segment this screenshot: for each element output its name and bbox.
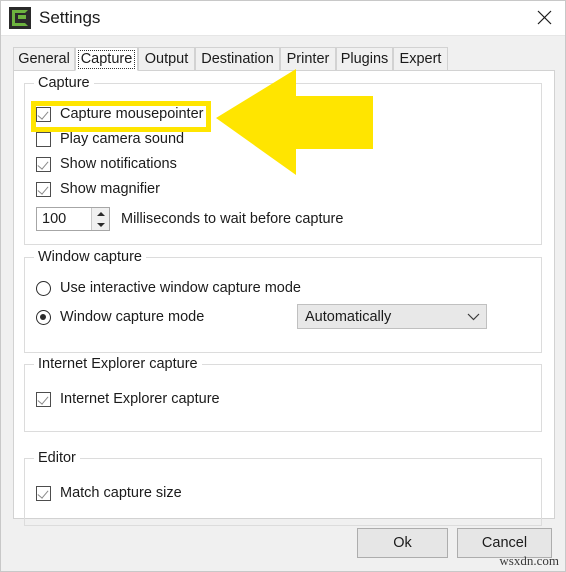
stepper-value: 100 [42,211,67,227]
checkbox-label: Show notifications [60,156,177,172]
window-capture-group-legend: Window capture [34,249,146,266]
checkbox-box [36,485,51,501]
stepper-buttons [91,208,109,230]
checkbox-internet-explorer-capture[interactable]: Internet Explorer capture [36,389,220,409]
tab-plugins[interactable]: Plugins [336,47,393,71]
checkbox-play-camera-sound[interactable]: Play camera sound [36,129,184,149]
ie-capture-group-legend: Internet Explorer capture [34,356,202,373]
tab-destination[interactable]: Destination [195,47,280,71]
stepper-up-icon[interactable] [92,208,109,219]
radio-label: Use interactive window capture mode [60,280,301,296]
chevron-down-icon [460,313,486,321]
tab-label: Plugins [340,51,389,67]
wait-milliseconds-stepper[interactable]: 100 [36,207,110,231]
ok-button[interactable]: Ok [357,528,448,558]
radio-window-capture-mode[interactable]: Window capture mode [36,307,204,327]
checkbox-box [36,131,51,147]
tab-label: Expert [399,51,442,67]
tab-label: Destination [201,51,274,67]
stepper-down-icon[interactable] [92,219,109,230]
capture-tab-panel: Capture Capture mousepointer Play camera… [13,70,555,526]
checkbox-capture-mousepointer[interactable]: Capture mousepointer [36,104,203,124]
tab-printer[interactable]: Printer [280,47,336,71]
editor-group-legend: Editor [34,450,80,467]
radio-circle [36,280,51,296]
checkbox-label: Capture mousepointer [60,106,204,122]
tab-label: Capture [80,51,133,67]
radio-use-interactive-window-capture-mode[interactable]: Use interactive window capture mode [36,278,301,298]
checkbox-box [36,391,51,407]
checkbox-box [36,106,51,122]
tab-capture[interactable]: Capture [75,47,138,71]
tab-label: General [18,51,70,67]
window-capture-mode-select[interactable]: Automatically [297,304,487,329]
tab-expert[interactable]: Expert [393,47,448,71]
checkbox-box [36,181,51,197]
checkbox-show-magnifier[interactable]: Show magnifier [36,179,160,199]
close-icon[interactable] [521,1,565,34]
checkbox-show-notifications[interactable]: Show notifications [36,154,177,174]
radio-circle [36,309,51,325]
watermark: wsxdn.com [499,553,559,568]
tab-general[interactable]: General [13,47,75,71]
checkbox-box [36,156,51,172]
checkbox-label: Show magnifier [60,181,160,197]
tab-label: Printer [286,51,330,67]
window-title: Settings [39,8,101,27]
tab-label: Output [144,51,189,67]
tab-output[interactable]: Output [138,47,195,71]
capture-group-legend: Capture [34,75,94,92]
checkbox-label: Internet Explorer capture [60,391,220,407]
checkbox-match-capture-size[interactable]: Match capture size [36,483,182,503]
wait-milliseconds-label: Milliseconds to wait before capture [121,211,344,227]
checkbox-label: Match capture size [60,485,182,501]
tab-strip: General Capture Output Destination Print… [13,47,555,71]
title-bar: Settings [1,1,565,36]
select-value: Automatically [305,308,392,325]
radio-label: Window capture mode [60,309,205,325]
checkbox-label: Play camera sound [60,131,185,147]
settings-window: Settings General Capture Output Destinat… [0,0,566,572]
greenshot-logo-icon [9,7,31,29]
